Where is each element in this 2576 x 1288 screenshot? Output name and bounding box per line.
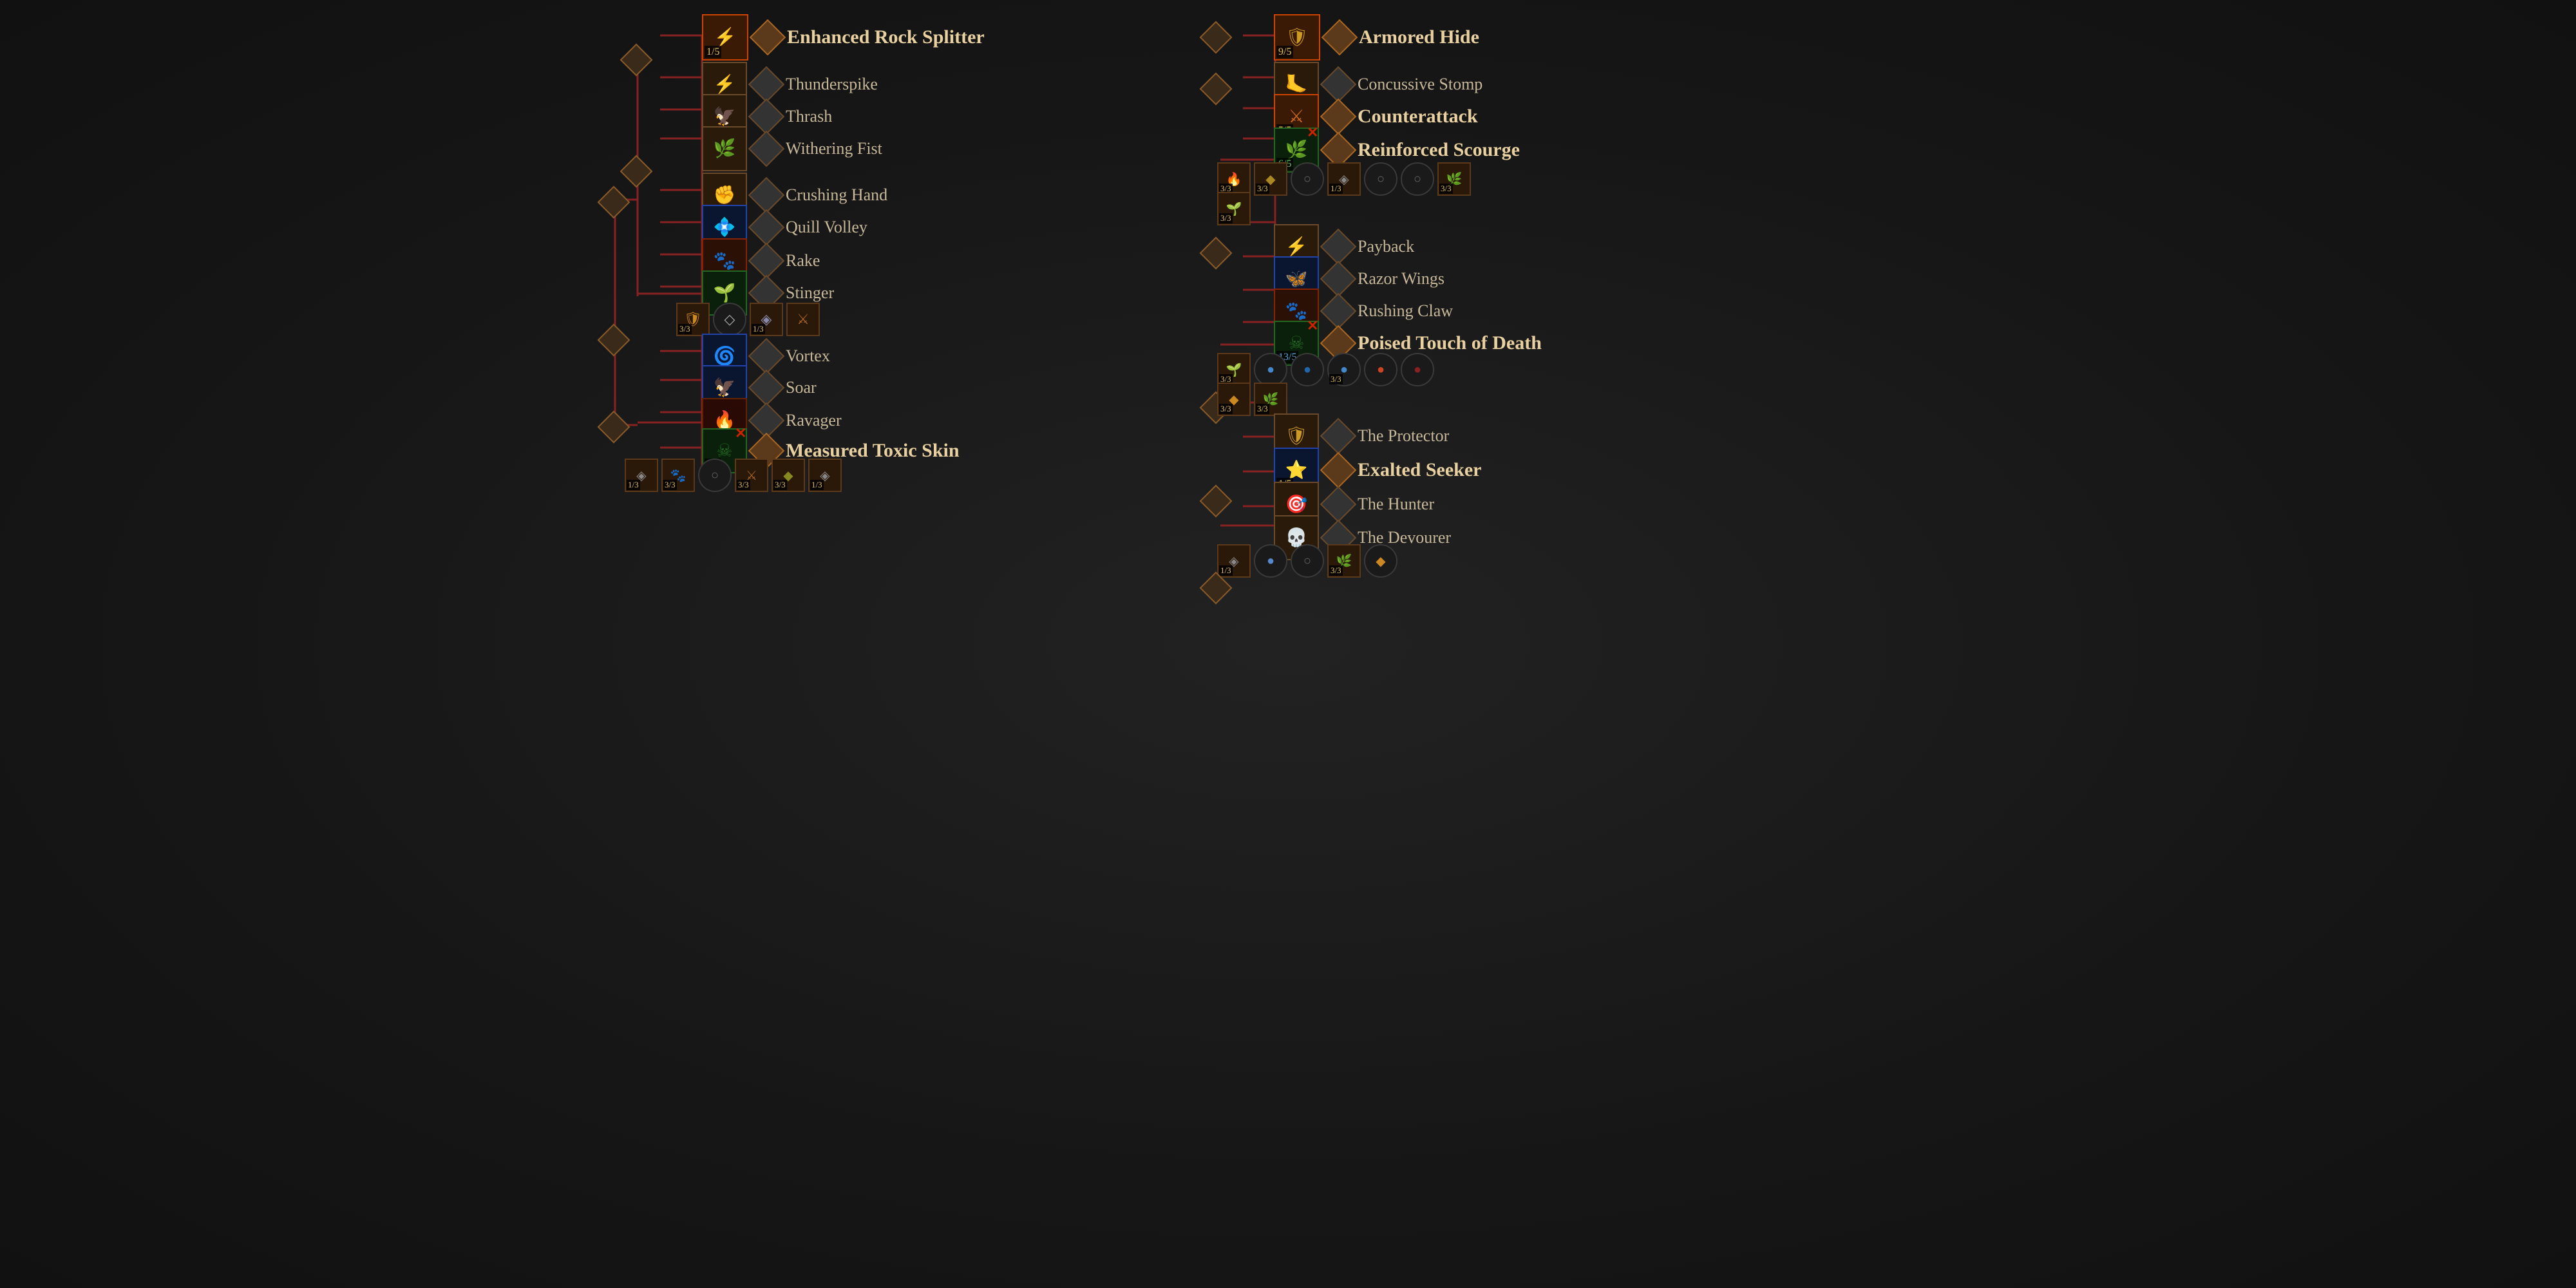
sub-icon-r1f[interactable]: ○ bbox=[1401, 162, 1434, 196]
sub-icon-2d[interactable]: ⚔ 3/3 bbox=[735, 459, 768, 492]
sub-icon-r2f[interactable]: ● bbox=[1401, 353, 1434, 386]
sub-icon-2a[interactable]: ◈ 1/3 bbox=[625, 459, 658, 492]
sub-icons-row-r3: ◈ 1/3 ● ○ 🌿 3/3 ◆ bbox=[1217, 544, 1397, 578]
sub-icons-row-r2: 🌱 3/3 ● ● ● 3/3 ● ● bbox=[1217, 353, 1434, 386]
sub-icon-2b[interactable]: 🐾 3/3 bbox=[661, 459, 695, 492]
sub-icon-r3e[interactable]: ◆ bbox=[1364, 544, 1397, 578]
sub-icon-r3b[interactable]: ● bbox=[1254, 544, 1287, 578]
sub-icon-r2ba[interactable]: ◆ 3/3 bbox=[1217, 383, 1251, 416]
node-enhanced-rock-splitter[interactable]: ⚡ 1/5 Enhanced Rock Splitter bbox=[702, 14, 985, 61]
node-armored-hide[interactable]: 🛡 9/5 Armored Hide bbox=[1274, 14, 1479, 61]
sub-icon-2c[interactable]: ○ bbox=[698, 459, 732, 492]
sub-icon-r1ba[interactable]: 🌱 3/3 bbox=[1217, 192, 1251, 225]
sub-icons-row-r1: 🔥 3/3 ◆ 3/3 ○ ◈ 1/3 ○ ○ 🌿 3/3 bbox=[1217, 162, 1471, 196]
sub-icon-r1d[interactable]: ◈ 1/3 bbox=[1327, 162, 1361, 196]
sub-icon-r3a[interactable]: ◈ 1/3 bbox=[1217, 544, 1251, 578]
sub-icon-r1c[interactable]: ○ bbox=[1291, 162, 1324, 196]
sub-icon-r2e[interactable]: ● bbox=[1364, 353, 1397, 386]
sub-icons-row-r2b: ◆ 3/3 🌿 3/3 bbox=[1217, 383, 1287, 416]
node-withering-fist[interactable]: 🌿 Withering Fist bbox=[702, 126, 882, 171]
sub-icon-r2a[interactable]: 🌱 3/3 bbox=[1217, 353, 1251, 386]
sub-icon-2f[interactable]: ◈ 1/3 bbox=[808, 459, 842, 492]
sub-icon-r1g[interactable]: 🌿 3/3 bbox=[1437, 162, 1471, 196]
sub-icons-row-r1b: 🌱 3/3 bbox=[1217, 192, 1251, 225]
sub-icon-1c[interactable]: ◈ 1/3 bbox=[750, 303, 783, 336]
sub-icon-r2c[interactable]: ● bbox=[1291, 353, 1324, 386]
sub-icon-r2bb[interactable]: 🌿 3/3 bbox=[1254, 383, 1287, 416]
x-mark-poised: ✕ bbox=[1307, 319, 1321, 333]
x-mark-scourge: ✕ bbox=[1307, 126, 1321, 140]
sub-icon-r3c[interactable]: ○ bbox=[1291, 544, 1324, 578]
sub-icon-1b[interactable]: ◇ bbox=[713, 303, 746, 336]
sub-icon-r1b[interactable]: ◆ 3/3 bbox=[1254, 162, 1287, 196]
sub-icon-1d[interactable]: ⚔ bbox=[786, 303, 820, 336]
skill-tree-container: ⚡ 1/5 Enhanced Rock Splitter ⚡ Thundersp… bbox=[0, 0, 2576, 1288]
sub-icon-2e[interactable]: ◆ 3/3 bbox=[772, 459, 805, 492]
sub-icons-row-2: ◈ 1/3 🐾 3/3 ○ ⚔ 3/3 ◆ 3/3 ◈ 1/3 bbox=[625, 459, 842, 492]
sub-icon-r2d[interactable]: ● 3/3 bbox=[1327, 353, 1361, 386]
sub-icon-1a[interactable]: 🛡 3/3 bbox=[676, 303, 710, 336]
sub-icon-r1a[interactable]: 🔥 3/3 bbox=[1217, 162, 1251, 196]
sub-icon-r1e[interactable]: ○ bbox=[1364, 162, 1397, 196]
sub-icons-row-1: 🛡 3/3 ◇ ◈ 1/3 ⚔ bbox=[676, 303, 820, 336]
sub-icon-r3d[interactable]: 🌿 3/3 bbox=[1327, 544, 1361, 578]
x-mark-toxic-skin: ✕ bbox=[735, 426, 749, 440]
sub-icon-r2b[interactable]: ● bbox=[1254, 353, 1287, 386]
